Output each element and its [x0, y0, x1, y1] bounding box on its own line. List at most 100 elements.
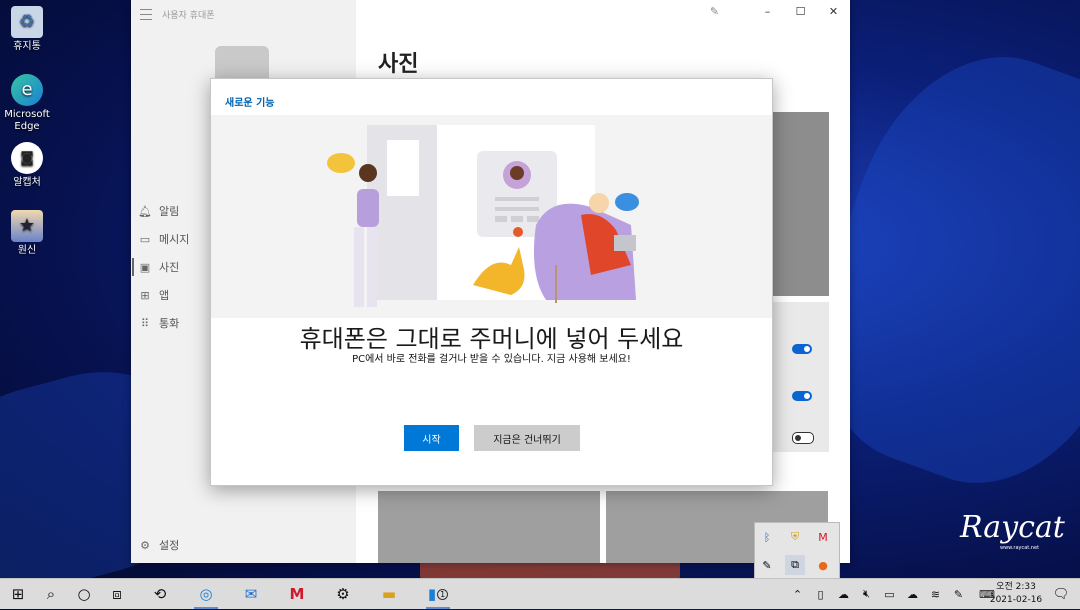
pen-icon[interactable]: ✎ [757, 555, 777, 575]
volume-mute-icon[interactable]: 🔇︎ [855, 587, 878, 601]
clock-date: 2021-02-16 [989, 595, 1043, 605]
apps-icon: ⊞ [140, 288, 150, 302]
security-shield-icon[interactable]: ⛨ [785, 527, 805, 547]
desktop-icon-label: 휴지통 [13, 41, 41, 52]
mcafee-icon: M [289, 585, 305, 603]
bell-icon: 🔔︎ [138, 204, 152, 218]
action-center-icon[interactable]: 🗨︎ [1050, 579, 1072, 609]
toggle-switch[interactable] [792, 344, 812, 354]
battery-icon[interactable]: ▭ [878, 588, 901, 601]
app-tray-icon[interactable]: ● [813, 555, 833, 575]
nav-label: 통화 [159, 317, 180, 330]
capture-icon[interactable]: ⧉ [785, 555, 805, 575]
pen-icon[interactable]: ✎ [698, 0, 731, 24]
clock[interactable]: 오전 2:33 2021-02-16 [988, 581, 1044, 607]
whats-new-dialog: 새로운 기능 휴대폰은 그대로 주머니에 넣어 두세요 PC에서 바로 전화를 … [210, 78, 773, 486]
edge-icon: e [11, 74, 43, 106]
taskbar-app-edge[interactable]: ◎ [188, 579, 224, 609]
toggle-switch[interactable] [792, 432, 814, 444]
gear-icon: ⚙ [140, 538, 150, 552]
system-tray: ⌃ ▯ ☁ 🔇︎ ▭ ☁ ≋ ✎ ⌨ [786, 579, 1004, 609]
windows-logo-icon: ⊞ [11, 585, 25, 603]
dialog-header: 새로운 기능 [225, 98, 275, 109]
desktop-icon-alcapture[interactable]: ◙ 알캡처 [4, 142, 50, 189]
notification-badge: 1 [437, 588, 449, 600]
nav-label: 메시지 [159, 233, 190, 246]
mcafee-icon[interactable]: M [813, 527, 833, 547]
desktop-icon-recycle-bin[interactable]: ♻ 휴지통 [4, 6, 50, 53]
nav-item-settings[interactable]: ⚙ 설정 [139, 537, 179, 553]
taskbar-app-mail[interactable]: ✉ [233, 579, 269, 609]
start-button[interactable]: 시작 [404, 425, 459, 451]
settings-panel [772, 302, 829, 452]
taskbar-app-search[interactable]: ⟲ [142, 579, 178, 609]
minimize-button[interactable]: – [751, 0, 784, 24]
task-view-button[interactable]: ⧈ [99, 579, 135, 609]
wifi-icon[interactable]: ≋ [924, 588, 947, 601]
cloud-icon[interactable]: ☁ [901, 588, 924, 601]
search-button[interactable]: ⌕ [33, 579, 69, 609]
taskbar-app-mcafee[interactable]: M [279, 579, 315, 609]
cortana-button[interactable]: ○ [66, 579, 102, 609]
edge-icon: ◎ [199, 585, 213, 603]
maximize-button[interactable]: ☐ [784, 0, 817, 24]
desktop-icon-genshin[interactable]: ★ 원신 [4, 210, 50, 257]
close-button[interactable]: ✕ [817, 0, 850, 24]
chevron-up-icon[interactable]: ⌃ [786, 588, 809, 601]
taskbar-app-file-explorer[interactable]: ▬ [371, 579, 407, 609]
onedrive-icon[interactable]: ☁ [832, 588, 855, 601]
folder-icon: ▬ [381, 585, 397, 603]
nav-item-apps[interactable]: ⊞ 앱 [139, 287, 169, 303]
desktop-icon-label: Microsoft Edge [4, 109, 50, 132]
desktop-icon-label: 알캡처 [13, 177, 41, 188]
watermark-logo: Raycat [960, 510, 1065, 545]
taskbar-app-settings[interactable]: ⚙ [325, 579, 361, 609]
message-icon: ▭ [139, 232, 151, 246]
toggle-switch[interactable] [792, 391, 812, 401]
taskbar-app-your-phone[interactable]: ▮ 1 [420, 579, 456, 609]
nav-label: 알림 [159, 205, 180, 218]
search-icon: ⌕ [46, 585, 56, 603]
phone-image [215, 46, 269, 80]
magnifier-app-icon: ⟲ [153, 585, 167, 603]
photo-thumbnail[interactable] [378, 491, 600, 563]
gear-icon: ⚙ [336, 585, 350, 603]
task-view-icon: ⧈ [112, 585, 122, 603]
watermark-url: www.raycat.net [1000, 545, 1040, 551]
dialpad-icon: ⠿ [140, 316, 150, 330]
nav-item-messages[interactable]: ▭ 메시지 [139, 231, 190, 247]
skip-button[interactable]: 지금은 건너뛰기 [474, 425, 580, 451]
app-title: 사용자 휴대폰 [162, 11, 215, 21]
bluetooth-icon[interactable]: ᛒ [757, 527, 777, 547]
recycle-bin-icon: ♻ [11, 6, 43, 38]
illustration [211, 115, 772, 318]
desktop-icon-label: 원신 [17, 245, 37, 256]
photo-icon: ▣ [139, 260, 151, 274]
photo-strip [772, 112, 829, 296]
illustration-svg [327, 125, 639, 307]
dialog-subtitle: PC에서 바로 전화를 걸거나 받을 수 있습니다. 지금 사용해 보세요! [352, 354, 631, 365]
page-title: 사진 [378, 52, 419, 77]
taskbar: ⊞ ⌕ ○ ⧈ ⟲ ◎ ✉ M ⚙ ▬ ▮ 1 ⌃ ▯ ☁ 🔇︎ ▭ ☁ ≋ ✎… [0, 578, 1080, 609]
nav-label: 앱 [159, 289, 170, 302]
tray-overflow-popup: ᛒ ⛨ M ✎ ⧉ ● [754, 522, 840, 580]
cortana-icon: ○ [77, 585, 91, 603]
pen-workspace-icon[interactable]: ✎ [947, 588, 970, 601]
genshin-icon: ★ [11, 210, 43, 242]
phone-icon: ▮ [427, 585, 437, 603]
nav-active-indicator [132, 258, 134, 276]
mail-icon: ✉ [244, 585, 258, 603]
dialog-title: 휴대폰은 그대로 주머니에 넣어 두세요 [299, 325, 684, 353]
nav-item-photos[interactable]: ▣ 사진 [139, 259, 179, 275]
start-button[interactable]: ⊞ [0, 579, 36, 609]
nav-item-calls[interactable]: ⠿ 통화 [139, 315, 179, 331]
window-controls: ✎ – ☐ ✕ [698, 0, 850, 24]
phone-link-icon[interactable]: ▯ [809, 588, 832, 601]
nav-label: 사진 [159, 261, 180, 274]
alcapture-icon: ◙ [11, 142, 43, 174]
clock-time: 오전 2:33 [996, 582, 1036, 592]
desktop-icon-edge[interactable]: e Microsoft Edge [4, 74, 50, 133]
hamburger-menu-icon[interactable] [140, 9, 152, 20]
nav-label: 설정 [159, 539, 180, 552]
nav-item-notifications[interactable]: 🔔︎ 알림 [138, 203, 180, 219]
